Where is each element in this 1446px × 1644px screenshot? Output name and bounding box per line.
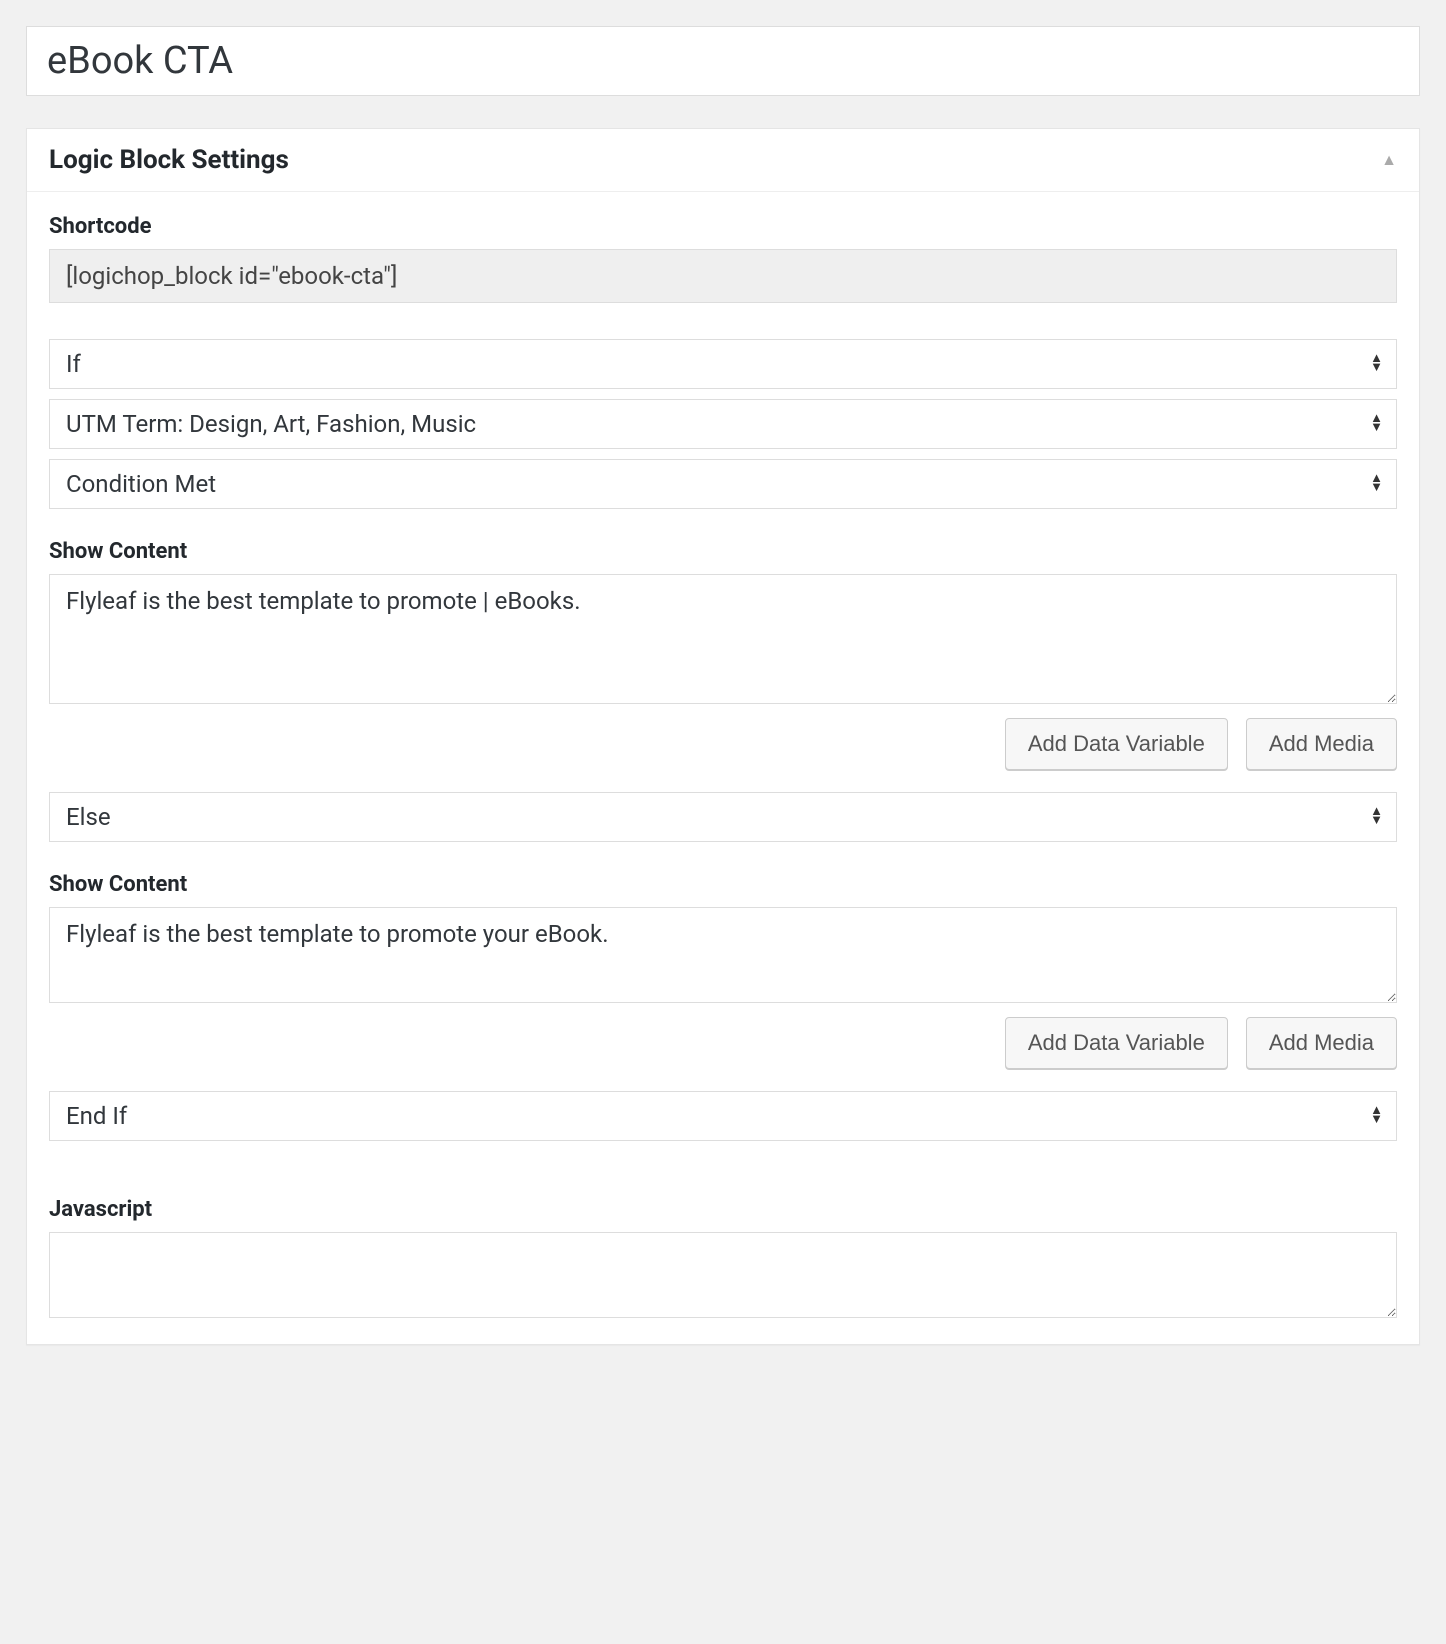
show-content-label-2: Show Content [49,872,1397,897]
show-content-input-1[interactable] [49,574,1397,704]
postbox-header[interactable]: Logic Block Settings ▲ [27,129,1419,192]
condition-state-select[interactable]: Condition Met ▲▼ [49,459,1397,509]
postbox-heading: Logic Block Settings [49,145,289,175]
logic-type-value: If [66,350,81,378]
select-arrows-icon: ▲▼ [1370,1107,1383,1125]
add-data-variable-button-2[interactable]: Add Data Variable [1005,1017,1228,1069]
logic-type-select-2[interactable]: Else ▲▼ [49,792,1397,842]
show-content-input-2[interactable] [49,907,1397,1003]
collapse-icon[interactable]: ▲ [1381,150,1397,170]
shortcode-label: Shortcode [49,214,1397,239]
select-arrows-icon: ▲▼ [1370,415,1383,433]
javascript-input[interactable] [49,1232,1397,1318]
add-data-variable-button-1[interactable]: Add Data Variable [1005,718,1228,770]
condition-state-value: Condition Met [66,470,216,498]
add-media-button-1[interactable]: Add Media [1246,718,1397,770]
show-content-label-1: Show Content [49,539,1397,564]
logic-type-select[interactable]: If ▲▼ [49,339,1397,389]
select-arrows-icon: ▲▼ [1370,355,1383,373]
postbox-body: Shortcode [logichop_block id="ebook-cta"… [27,192,1419,1344]
logic-type-select-3[interactable]: End If ▲▼ [49,1091,1397,1141]
shortcode-display: [logichop_block id="ebook-cta"] [49,249,1397,303]
logic-type-value-3: End If [66,1102,127,1130]
logic-type-value-2: Else [66,803,111,831]
add-media-button-2[interactable]: Add Media [1246,1017,1397,1069]
select-arrows-icon: ▲▼ [1370,808,1383,826]
condition-source-value: UTM Term: Design, Art, Fashion, Music [66,410,476,438]
title-box: eBook CTA [26,26,1420,96]
page-title: eBook CTA [47,39,1399,83]
javascript-label: Javascript [49,1197,1397,1222]
settings-postbox: Logic Block Settings ▲ Shortcode [logich… [26,128,1420,1345]
condition-source-select[interactable]: UTM Term: Design, Art, Fashion, Music ▲▼ [49,399,1397,449]
select-arrows-icon: ▲▼ [1370,475,1383,493]
